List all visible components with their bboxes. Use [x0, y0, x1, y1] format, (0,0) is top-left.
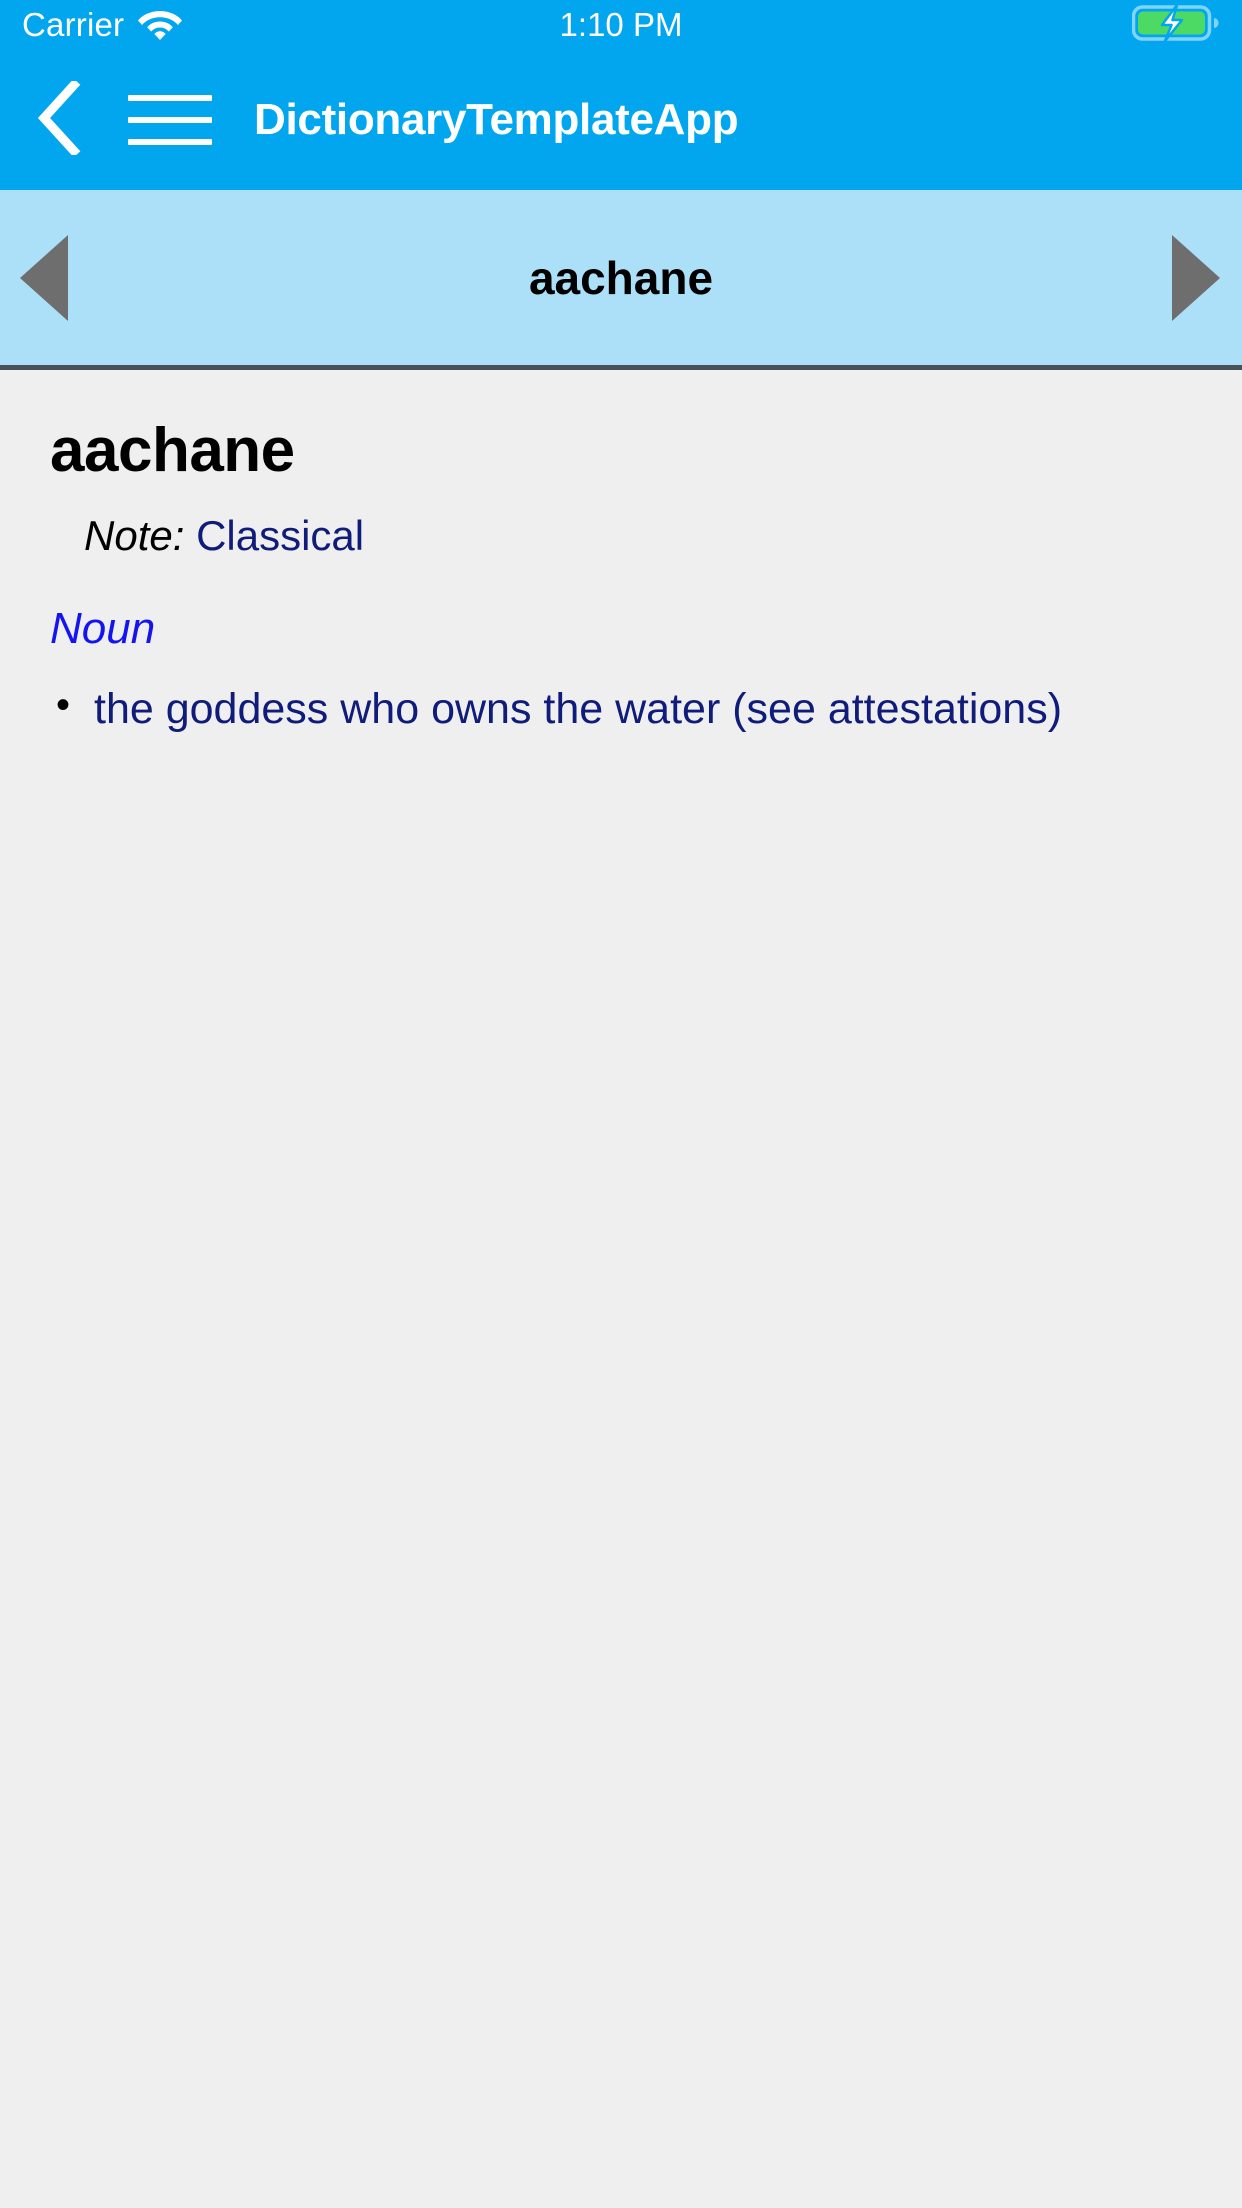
sense-text: the goddess who owns the water (see atte… — [94, 685, 1063, 734]
sense-list: • the goddess who owns the water (see at… — [46, 682, 1196, 737]
hamburger-menu-icon-line-3 — [128, 139, 212, 145]
word-navigation-bar: aachane — [0, 190, 1242, 370]
status-bar-left: Carrier — [22, 6, 183, 45]
dictionary-entry-content: aachane Note: Classical Noun • the godde… — [0, 370, 1242, 738]
battery-charging-icon — [1131, 3, 1220, 48]
entry-note-value: Classical — [196, 512, 365, 560]
app-nav-header: DictionaryTemplateApp — [0, 50, 1242, 190]
wifi-icon — [138, 6, 183, 45]
hamburger-menu-icon-line-2 — [128, 117, 212, 123]
chevron-left-icon — [36, 78, 82, 160]
entry-headword: aachane — [50, 416, 295, 485]
previous-word-button[interactable] — [0, 234, 130, 321]
status-bar-right — [1131, 3, 1220, 48]
status-bar-time: 1:10 PM — [559, 6, 683, 43]
back-button[interactable] — [28, 78, 90, 160]
hamburger-menu-icon-line-1 — [128, 95, 212, 101]
sense-item: • the goddess who owns the water (see at… — [46, 682, 1196, 737]
entry-note-label: Note: — [84, 512, 185, 560]
part-of-speech-label: Noun — [50, 604, 156, 654]
current-word-label: aachane — [528, 251, 714, 304]
triangle-right-icon — [1172, 234, 1220, 321]
bullet-icon: • — [56, 683, 71, 728]
entry-note: Note: Classical — [84, 511, 1196, 561]
status-bar: Carrier 1:10 PM — [0, 0, 1242, 50]
next-word-button[interactable] — [1110, 234, 1242, 321]
hamburger-menu-button[interactable] — [128, 84, 212, 156]
carrier-label: Carrier — [22, 6, 125, 43]
app-title: DictionaryTemplateApp — [254, 95, 739, 144]
triangle-left-icon — [20, 234, 68, 321]
